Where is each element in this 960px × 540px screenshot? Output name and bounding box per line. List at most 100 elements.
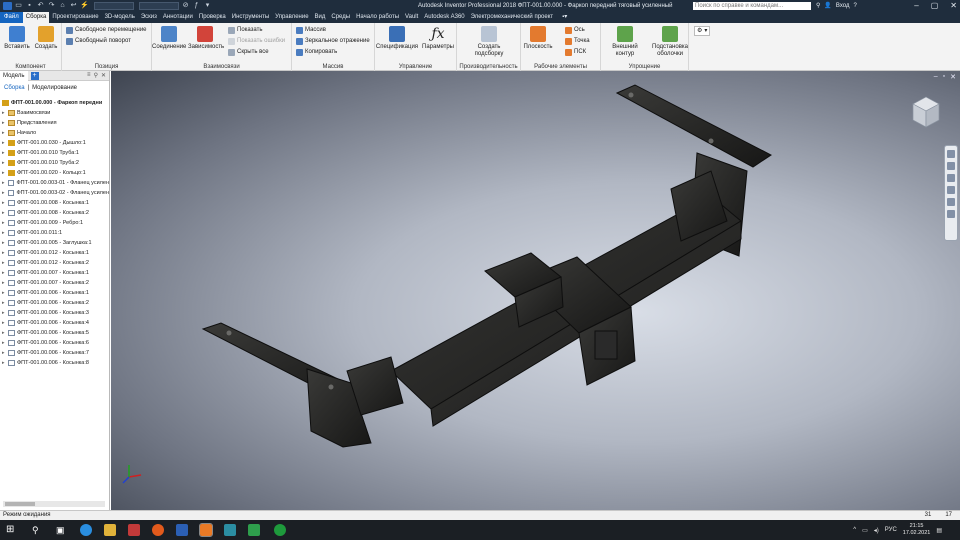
hide-all-button[interactable]: Скрыть все <box>228 48 269 56</box>
help-search-input[interactable]: Поиск по справке и командам... <box>693 2 811 10</box>
tree-item[interactable]: ▸ ФПТ-001.00.012 - Косынка:1 <box>2 248 109 258</box>
tab-3d-model[interactable]: 3D-модель <box>102 12 138 23</box>
browser-menu-icon[interactable]: ≡ <box>87 72 91 79</box>
tree-item[interactable]: ▸ ФПТ-001.00.009 - Ребро:1 <box>2 218 109 228</box>
network-icon[interactable]: ▭ <box>862 527 868 534</box>
undo-icon[interactable]: ↶ <box>36 2 45 10</box>
app-menu-icon[interactable] <box>3 2 12 10</box>
joint-button[interactable]: Соединение <box>152 26 186 51</box>
expand-toggle-icon[interactable]: ▸ <box>2 278 7 288</box>
create-button[interactable]: Создать <box>29 26 63 51</box>
tree-item[interactable]: ▸ ФПТ-001.00.003-02 - Фланец усилен <box>2 188 109 198</box>
expand-toggle-icon[interactable]: ▸ <box>2 228 7 238</box>
axis-button[interactable]: Ось <box>565 26 585 34</box>
explorer-icon[interactable] <box>104 524 116 536</box>
firefox-icon[interactable] <box>152 524 164 536</box>
tab-environments[interactable]: Среды <box>328 12 353 23</box>
app-icon-1[interactable] <box>224 524 236 536</box>
free-rotate-button[interactable]: Свободный поворот <box>66 37 131 45</box>
tab-tools[interactable]: Инструменты <box>229 12 272 23</box>
tree-item[interactable]: ▸ ФПТ-001.00.007 - Косынка:1 <box>2 268 109 278</box>
clock[interactable]: 21:15 17.02.2021 <box>903 523 931 537</box>
expand-toggle-icon[interactable]: ▸ <box>2 198 7 208</box>
tree-item[interactable]: ▸ ФПТ-001.00.006 - Косынка:8 <box>2 358 109 368</box>
tab-view[interactable]: Вид <box>312 12 329 23</box>
expand-toggle-icon[interactable]: ▸ <box>2 298 7 308</box>
show-button[interactable]: Показать <box>228 26 263 34</box>
show-sick-button[interactable]: Показать ошибки <box>228 37 285 45</box>
select-icon[interactable]: ⌂ <box>58 2 67 10</box>
redo-icon[interactable]: ↷ <box>47 2 56 10</box>
panel-label-productivity[interactable]: Производительность <box>457 64 520 70</box>
tab-manage[interactable]: Управление <box>272 12 311 23</box>
expand-toggle-icon[interactable]: ▸ <box>2 258 7 268</box>
expand-toggle-icon[interactable]: ▸ <box>2 238 7 248</box>
tree-item[interactable]: ▸ ФПТ-001.00.010 Труба:1 <box>2 148 109 158</box>
update-icon[interactable]: ⚡ <box>80 2 89 10</box>
tree-item[interactable]: ▸ ФПТ-001.00.007 - Косынка:2 <box>2 278 109 288</box>
tree-item[interactable]: ▸ ФПТ-001.00.030 - Дышло:1 <box>2 138 109 148</box>
tree-item[interactable]: ▸ ФПТ-001.00.006 - Косынка:2 <box>2 298 109 308</box>
free-move-button[interactable]: Свободное перемещение <box>66 26 147 34</box>
panel-label-position[interactable]: Позиция <box>62 64 151 70</box>
expand-toggle-icon[interactable]: ▸ <box>2 268 7 278</box>
minimize-icon[interactable]: – <box>914 0 918 12</box>
zoom-all-icon[interactable] <box>947 210 955 218</box>
task-view-icon[interactable]: ▣ <box>56 524 68 536</box>
expand-toggle-icon[interactable]: ▸ <box>2 348 7 358</box>
bom-button[interactable]: Спецификация <box>375 26 419 51</box>
expand-toggle-icon[interactable]: ▸ <box>2 288 7 298</box>
mirror-button[interactable]: Зеркальное отражение <box>296 37 370 45</box>
tree-item[interactable]: ▸ ФПТ-001.00.006 - Косынка:4 <box>2 318 109 328</box>
expand-toggle-icon[interactable]: ▸ <box>2 118 7 128</box>
appearance-dropdown[interactable] <box>139 2 179 10</box>
mode-assembly[interactable]: Сборка <box>4 85 25 91</box>
browser-close-icon[interactable]: ✕ <box>101 72 106 79</box>
expand-toggle-icon[interactable]: ▸ <box>2 108 7 118</box>
parameters-button[interactable]: ƒx Параметры <box>419 26 457 51</box>
shrinkwrap-button[interactable]: Внешний контур <box>603 26 647 58</box>
save-icon[interactable]: ▪ <box>25 2 34 10</box>
language-indicator[interactable]: РУС <box>885 527 897 533</box>
point-button[interactable]: Точка <box>565 37 590 45</box>
tree-item[interactable]: ▸ ФПТ-001.00.010 Труба:2 <box>2 158 109 168</box>
browser-hscrollbar[interactable] <box>3 501 105 507</box>
expand-toggle-icon[interactable]: ▸ <box>2 128 7 138</box>
plane-button[interactable]: Плоскость <box>521 26 555 51</box>
browser-hscroll-thumb[interactable] <box>5 502 35 506</box>
tray-arrow-icon[interactable]: ^ <box>853 527 856 533</box>
expand-toggle-icon[interactable]: ▸ <box>2 308 7 318</box>
tree-item[interactable]: ▸ ФПТ-001.00.008 - Косынка:2 <box>2 208 109 218</box>
expand-toggle-icon[interactable]: ▸ <box>2 248 7 258</box>
tab-electromechanical[interactable]: Электромеханический проект <box>468 12 557 23</box>
tow-hitch-model[interactable] <box>201 84 772 448</box>
tree-item[interactable]: ▸ ФПТ-001.00.006 - Косынка:3 <box>2 308 109 318</box>
tab-file[interactable]: Файл <box>0 12 23 23</box>
expand-toggle-icon[interactable]: ▸ <box>2 338 7 348</box>
expand-toggle-icon[interactable]: ▸ <box>2 218 7 228</box>
tree-item[interactable]: ▸ Начало <box>2 128 109 138</box>
steering-wheel-icon[interactable] <box>947 150 955 158</box>
orbit-icon[interactable] <box>947 186 955 194</box>
tab-model[interactable]: Модель <box>0 70 28 81</box>
expand-toggle-icon[interactable]: ▸ <box>2 208 7 218</box>
tree-item[interactable]: ▸ ФПТ-001.00.011:1 <box>2 228 109 238</box>
maximize-icon[interactable]: ▢ <box>931 0 939 12</box>
word-icon[interactable] <box>176 524 188 536</box>
expand-toggle-icon[interactable]: ▸ <box>2 148 7 158</box>
tree-item[interactable]: ▸ ФПТ-001.00.012 - Косынка:2 <box>2 258 109 268</box>
volume-icon[interactable]: ◂) <box>874 527 879 534</box>
tab-vault[interactable]: Vault <box>402 12 421 23</box>
constrain-button[interactable]: Зависимость <box>188 26 224 51</box>
tree-item[interactable]: ▸ Взаимосвязи <box>2 108 109 118</box>
tab-sketch[interactable]: Эскиз <box>138 12 160 23</box>
mail-app-icon[interactable] <box>128 524 140 536</box>
signin-link[interactable]: Вход <box>836 0 850 12</box>
tab-a360[interactable]: Autodesk A360 <box>421 12 467 23</box>
graphics-viewport[interactable]: – ▫ ✕ <box>111 71 960 510</box>
panel-label-relationships[interactable]: Взаимосвязи <box>152 64 291 70</box>
envelopes-button[interactable]: Подстановка оболочки <box>651 26 689 58</box>
panel-label-simplification[interactable]: Упрощение <box>601 64 688 70</box>
panel-label-work-features[interactable]: Рабочие элементы <box>521 64 600 70</box>
panel-label-component[interactable]: Компонент <box>0 64 61 70</box>
